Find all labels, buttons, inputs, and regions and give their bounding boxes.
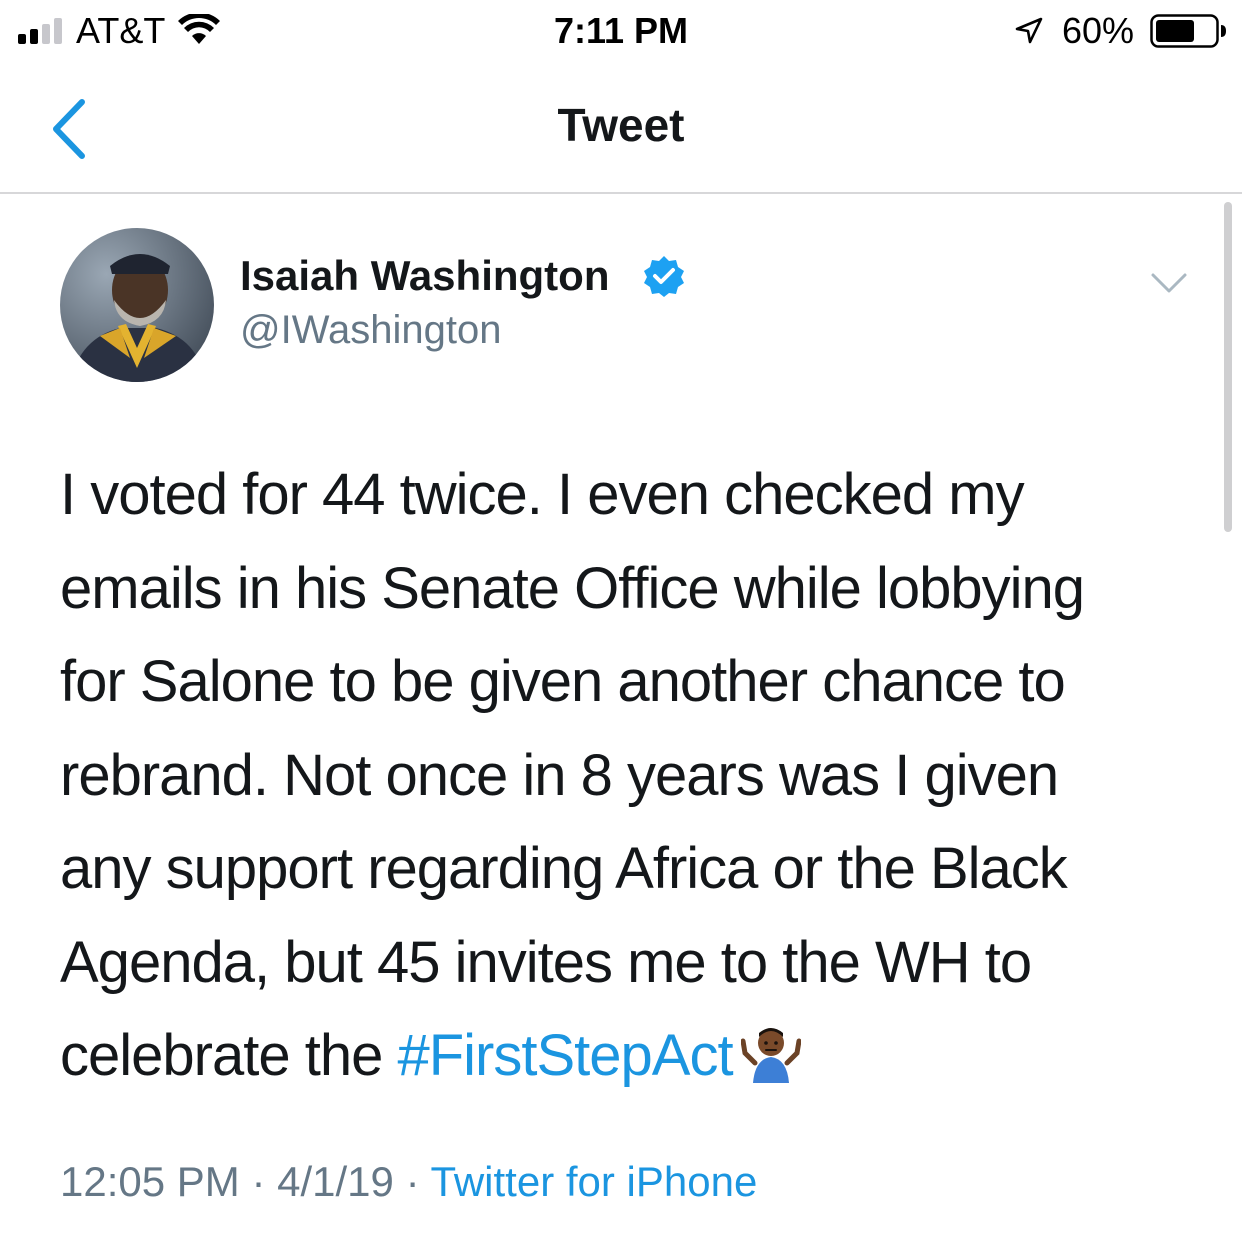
scrollbar[interactable]	[1224, 202, 1232, 532]
tweet-source-link[interactable]: Twitter for iPhone	[431, 1158, 758, 1205]
author-display-name[interactable]: Isaiah Washington	[240, 252, 609, 300]
person-shrugging-emoji-icon	[740, 1028, 801, 1083]
avatar[interactable]	[60, 228, 214, 382]
meta-separator: ·	[405, 1158, 420, 1205]
navigation-bar: Tweet	[0, 64, 1242, 194]
verified-badge-icon	[644, 256, 684, 297]
location-arrow-icon	[1015, 17, 1043, 44]
author-handle[interactable]: @IWashington	[240, 308, 501, 353]
tweet-text-prefix: celebrate the	[60, 1023, 398, 1088]
tweet-text-line: any support regarding Africa or the Blac…	[60, 836, 1068, 901]
chevron-down-icon[interactable]	[1150, 270, 1188, 296]
tweet-text-line: rebrand. Not once in 8 years was I given	[60, 742, 1059, 808]
tweet-date: 4/1/19	[277, 1158, 394, 1205]
avatar-image	[60, 228, 214, 382]
tweet-text-last-line: celebrate the #FirstStepAct	[60, 1009, 1190, 1103]
tweet-meta: 12:05 PM · 4/1/19 · Twitter for iPhone	[60, 1158, 757, 1206]
tweet-text-line: emails in his Senate Office while lobbyi…	[60, 555, 1085, 621]
status-bar: AT&T 7:11 PM 60%	[0, 0, 1242, 64]
hashtag-link[interactable]: #FirstStepAct	[397, 1023, 733, 1088]
status-time: 7:11 PM	[553, 10, 689, 51]
battery-percent: 60%	[1062, 10, 1135, 51]
tweet-time: 12:05 PM	[60, 1158, 240, 1205]
page-title: Tweet	[557, 99, 685, 151]
battery-icon	[1150, 14, 1226, 48]
tweet-text: I voted for 44 twice. I even checked my …	[60, 448, 1190, 1103]
meta-separator: ·	[251, 1158, 266, 1205]
tweet-text-line: I voted for 44 twice. I even checked my	[60, 462, 1025, 527]
tweet-text-line: for Salone to be given another chance to	[60, 649, 1066, 714]
tweet-text-line: Agenda, but 45 invites me to the WH to	[60, 929, 1032, 995]
